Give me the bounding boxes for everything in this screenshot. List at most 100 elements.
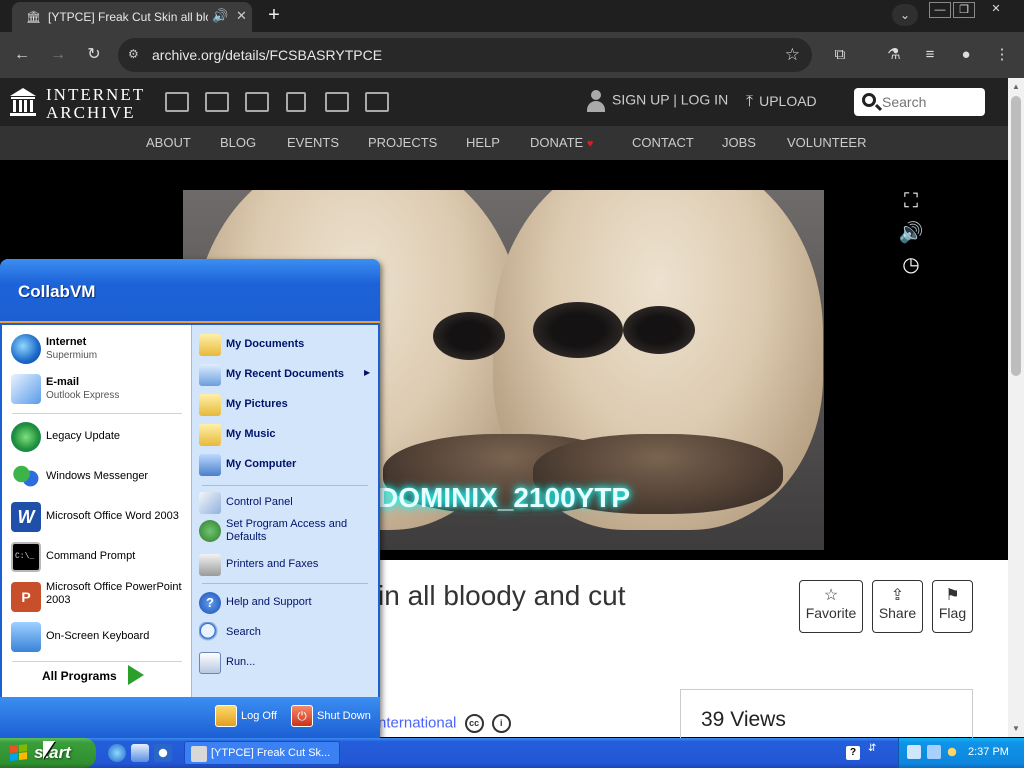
browser-tab[interactable]: 🏛 [YTPCE] Freak Cut Skin all blo 🔊 ✕ — [12, 2, 252, 32]
place-run[interactable]: Run... — [196, 649, 376, 677]
all-programs-button[interactable]: All Programs — [42, 669, 117, 683]
program-subtitle: Supermium — [46, 350, 98, 361]
divider — [202, 485, 368, 486]
recent-documents-icon — [199, 364, 221, 386]
url-text[interactable]: archive.org/details/FCSBASRYTPCE — [152, 47, 382, 63]
media-controls-icon[interactable]: ≡ — [919, 44, 941, 66]
speaker-icon[interactable]: 🔊 — [212, 8, 228, 24]
place-my-computer[interactable]: My Computer — [196, 451, 376, 479]
fullscreen-icon[interactable]: ⛶ — [898, 189, 924, 213]
page-scrollbar[interactable]: ▲ ▼ — [1008, 78, 1024, 737]
nav-about[interactable]: ABOUT — [146, 135, 191, 150]
tab-search-button[interactable]: ⌄ — [892, 4, 918, 26]
share-button[interactable]: ⇪ Share — [872, 580, 923, 633]
bookmark-star-icon[interactable]: ☆ — [785, 45, 800, 65]
browser-globe-icon — [11, 334, 41, 364]
reload-icon[interactable]: ↻ — [83, 44, 105, 66]
program-powerpoint[interactable]: P Microsoft Office PowerPoint 2003 — [8, 579, 188, 615]
submenu-arrow-icon: ▶ — [364, 368, 371, 377]
start-menu-places: My Documents My Recent Documents ▶ My Pi… — [191, 325, 378, 697]
minimize-button[interactable]: — — [929, 2, 951, 18]
nav-blog[interactable]: BLOG — [220, 135, 256, 150]
favorite-button[interactable]: ☆ Favorite — [799, 580, 863, 633]
item-title: in all bloody and cut — [378, 580, 626, 611]
software-disk-icon[interactable] — [325, 92, 349, 112]
program-onscreen-keyboard[interactable]: On-Screen Keyboard — [8, 619, 188, 655]
program-word[interactable]: W Microsoft Office Word 2003 — [8, 499, 188, 535]
search-tray-icon[interactable] — [945, 745, 959, 759]
quicklaunch-browser-icon[interactable] — [108, 744, 126, 762]
place-my-pictures[interactable]: My Pictures — [196, 391, 376, 419]
ia-search-box[interactable] — [854, 88, 985, 116]
shut-down-label: Shut Down — [317, 710, 371, 722]
quicklaunch-show-desktop-icon[interactable] — [131, 744, 149, 762]
taskbar-window-button[interactable]: [YTPCE] Freak Cut Sk... — [184, 741, 340, 765]
signup-login-link[interactable]: SIGN UP | LOG IN — [586, 90, 728, 112]
close-window-button[interactable]: ✕ — [985, 2, 1007, 18]
site-info-icon[interactable]: ⚙ — [128, 47, 139, 61]
help-tray-icon[interactable]: ? — [846, 746, 860, 760]
volume-tray-icon[interactable] — [927, 745, 941, 759]
program-email[interactable]: E-mail Outlook Express — [8, 371, 188, 407]
place-program-access[interactable]: Set Program Access and Defaults — [196, 517, 376, 551]
nav-contact[interactable]: CONTACT — [632, 135, 694, 150]
nav-jobs[interactable]: JOBS — [722, 135, 756, 150]
power-icon: ⏻ — [291, 705, 313, 727]
place-my-music[interactable]: My Music — [196, 421, 376, 449]
program-title: Command Prompt — [46, 550, 136, 562]
place-control-panel[interactable]: Control Panel — [196, 489, 376, 517]
new-tab-button[interactable]: + — [262, 4, 286, 26]
images-icon[interactable] — [365, 92, 389, 112]
browser-tab-strip: 🏛 [YTPCE] Freak Cut Skin all blo 🔊 ✕ + ⌄… — [0, 0, 1024, 32]
forward-arrow-icon[interactable]: → — [47, 44, 69, 66]
restore-button[interactable]: ❐ — [953, 2, 975, 18]
place-label: Printers and Faxes — [226, 558, 319, 570]
web-icon[interactable] — [165, 92, 189, 112]
address-bar[interactable]: ⚙ archive.org/details/FCSBASRYTPCE ☆ — [118, 38, 812, 72]
program-internet[interactable]: Internet Supermium — [8, 331, 188, 367]
nav-help[interactable]: HELP — [466, 135, 500, 150]
upload-link[interactable]: ⤒ UPLOAD — [746, 93, 817, 111]
volume-icon[interactable]: 🔊 — [898, 221, 924, 245]
ia-search-input[interactable] — [882, 92, 978, 112]
browser-menu-icon[interactable]: ⋮ — [991, 44, 1013, 66]
tab-close-icon[interactable]: ✕ — [236, 8, 247, 24]
program-title: Internet — [46, 336, 87, 348]
extensions-icon[interactable]: ⧉ — [829, 44, 851, 66]
back-arrow-icon[interactable]: ← — [11, 44, 33, 66]
place-help-support[interactable]: ? Help and Support — [196, 589, 376, 617]
program-windows-messenger[interactable]: Windows Messenger — [8, 459, 188, 495]
network-icon[interactable] — [907, 745, 921, 759]
flag-button[interactable]: ⚑ Flag — [932, 580, 973, 633]
clock-icon[interactable]: ◷ — [898, 253, 924, 277]
place-label: Help and Support — [226, 596, 312, 608]
place-label: Set Program Access and Defaults — [226, 518, 348, 543]
video-film-icon[interactable] — [245, 92, 269, 112]
scroll-down-icon[interactable]: ▼ — [1012, 724, 1020, 733]
nav-volunteer[interactable]: VOLUNTEER — [787, 135, 866, 150]
audio-speaker-icon[interactable] — [286, 92, 306, 112]
nav-projects[interactable]: PROJECTS — [368, 135, 437, 150]
program-command-prompt[interactable]: C:\_ Command Prompt — [8, 539, 188, 575]
place-label: My Pictures — [226, 398, 288, 410]
scroll-up-icon[interactable]: ▲ — [1012, 82, 1020, 91]
license-link[interactable]: nternational cc i — [378, 714, 511, 733]
word-icon: W — [11, 502, 41, 532]
place-label: Run... — [226, 656, 256, 668]
place-printers-faxes[interactable]: Printers and Faxes — [196, 551, 376, 579]
heart-icon: ♥ — [586, 138, 594, 150]
place-my-documents[interactable]: My Documents — [196, 331, 376, 359]
restore-tray-icon[interactable]: ⇵ — [868, 743, 882, 757]
quicklaunch-media-player-icon[interactable] — [154, 744, 172, 762]
place-search[interactable]: Search — [196, 619, 376, 647]
logo-line1: INTERNET — [46, 85, 146, 104]
nav-events[interactable]: EVENTS — [287, 135, 339, 150]
labs-flask-icon[interactable]: ⚗ — [883, 44, 905, 66]
profile-icon[interactable]: ● — [955, 44, 977, 66]
green-arrow-icon[interactable] — [128, 665, 144, 685]
program-legacy-update[interactable]: Legacy Update — [8, 419, 188, 455]
texts-book-icon[interactable] — [205, 92, 229, 112]
scroll-thumb[interactable] — [1011, 96, 1021, 376]
place-my-recent-documents[interactable]: My Recent Documents ▶ — [196, 361, 376, 389]
nav-donate[interactable]: DONATE ♥ — [530, 135, 593, 150]
